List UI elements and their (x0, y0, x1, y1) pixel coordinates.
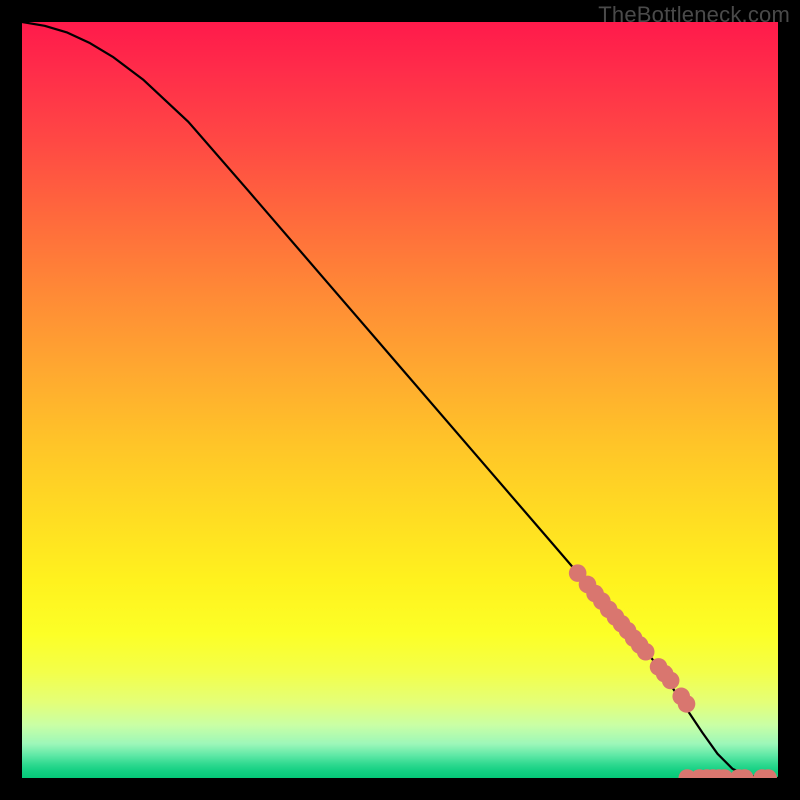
plot-area (22, 22, 778, 778)
watermark-text: TheBottleneck.com (598, 2, 790, 28)
chart-stage: TheBottleneck.com (0, 0, 800, 800)
data-marker (637, 643, 655, 661)
chart-overlay-svg (22, 22, 778, 778)
data-marker (678, 695, 696, 713)
data-marker (662, 672, 680, 690)
marker-group (569, 564, 777, 778)
